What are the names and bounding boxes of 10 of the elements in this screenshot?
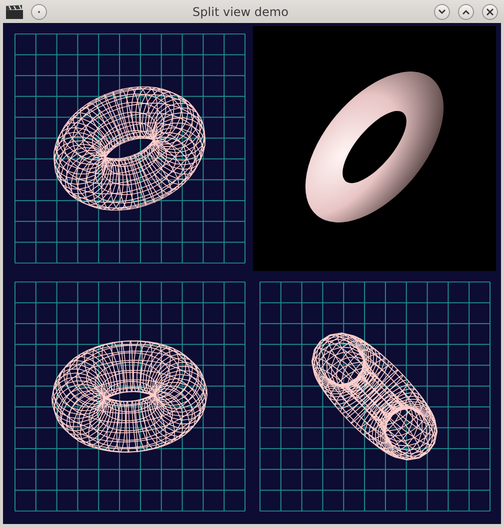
chevron-down-icon	[438, 8, 446, 14]
window-title: Split view demo	[192, 4, 290, 20]
minimize-button[interactable]	[434, 4, 450, 20]
maximize-button[interactable]	[458, 4, 474, 20]
dot-icon	[37, 10, 41, 14]
window-menu-button[interactable]	[31, 4, 47, 20]
clapperboard-icon	[6, 4, 23, 18]
chevron-up-icon	[462, 8, 470, 14]
close-icon	[486, 8, 494, 16]
close-button[interactable]	[482, 4, 498, 20]
